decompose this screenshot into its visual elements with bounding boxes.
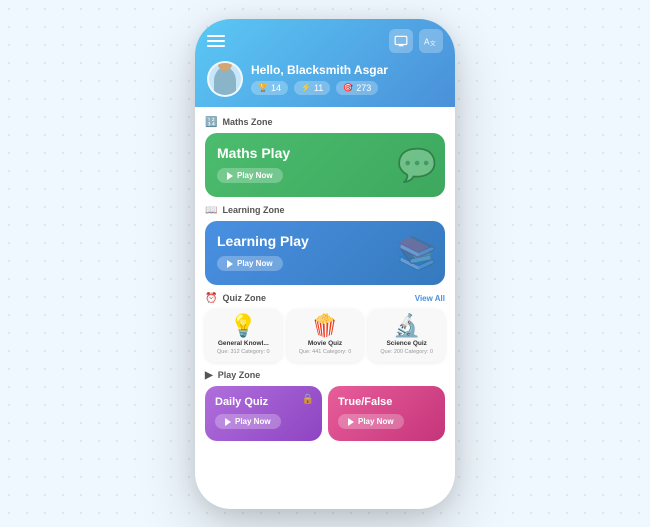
learning-zone-label: 📖 Learning Zone [205, 205, 445, 216]
maths-play-card[interactable]: Maths Play Play Now 💬 [205, 133, 445, 197]
stats-row: 🏆 14 ⚡ 11 🎯 273 [251, 81, 388, 95]
quiz-zone-icon: ⏰ [205, 293, 217, 304]
movie-quiz-name: Movie Quiz [308, 340, 342, 347]
movie-quiz-icon: 🍿 [311, 315, 338, 337]
stat-badge-bolt: ⚡ 11 [294, 81, 330, 95]
quiz-item-general[interactable]: 💡 General Knowl... Que: 312 Category: 0 [205, 309, 282, 362]
play-triangle-icon [227, 172, 233, 180]
quiz-zone-label: ⏰ Quiz Zone [205, 293, 266, 304]
quiz-zone-header: ⏰ Quiz Zone View All [205, 293, 445, 304]
menu-button[interactable] [207, 35, 225, 47]
learning-card-decoration: 📚 [397, 234, 437, 272]
quiz-items-list: 💡 General Knowl... Que: 312 Category: 0 … [205, 309, 445, 362]
maths-card-decoration: 💬 [397, 146, 437, 184]
play-triangle-icon-2 [227, 260, 233, 268]
daily-quiz-card[interactable]: Daily Quiz 🔒 Play Now [205, 386, 322, 441]
science-quiz-meta: Que: 200 Category: 0 [380, 349, 433, 356]
quiz-item-movie[interactable]: 🍿 Movie Quiz Que: 441 Category: 0 [287, 309, 364, 362]
main-content: 🔢 Maths Zone Maths Play Play Now 💬 📖 Lea… [195, 107, 455, 509]
play-zone-icon: ▶ [205, 370, 213, 381]
app-header: A文 Hello, Blacksmith Asgar 🏆 14 ⚡ [195, 19, 455, 107]
stat-value-2: 11 [314, 83, 323, 93]
daily-quiz-title: Daily Quiz [215, 396, 312, 408]
maths-play-button[interactable]: Play Now [217, 168, 283, 183]
play-triangle-icon-3 [225, 418, 231, 426]
true-false-play-button[interactable]: Play Now [338, 414, 404, 429]
general-quiz-icon: 💡 [230, 315, 257, 337]
svg-text:A: A [424, 37, 430, 46]
stat-value-1: 14 [271, 83, 281, 93]
phone-frame: A文 Hello, Blacksmith Asgar 🏆 14 ⚡ [195, 19, 455, 509]
quiz-item-science[interactable]: 🔬 Science Quiz Que: 200 Category: 0 [368, 309, 445, 362]
view-all-button[interactable]: View All [415, 294, 445, 303]
movie-quiz-meta: Que: 441 Category: 0 [299, 349, 352, 356]
stat-badge-trophy: 🏆 14 [251, 81, 288, 95]
target-icon: 🎯 [343, 83, 353, 92]
play-triangle-icon-4 [348, 418, 354, 426]
play-zone-cards: Daily Quiz 🔒 Play Now True/False Play No… [205, 386, 445, 441]
screen-icon-button[interactable] [389, 29, 413, 53]
science-quiz-icon: 🔬 [393, 315, 420, 337]
lock-icon: 🔒 [302, 394, 314, 405]
stat-value-3: 273 [356, 83, 371, 93]
learning-play-card[interactable]: Learning Play Play Now 📚 [205, 221, 445, 285]
true-false-card[interactable]: True/False Play Now [328, 386, 445, 441]
avatar [207, 61, 243, 97]
science-quiz-name: Science Quiz [386, 340, 426, 347]
trophy-icon: 🏆 [258, 83, 268, 92]
play-zone-label: ▶ Play Zone [205, 370, 445, 381]
maths-zone-icon: 🔢 [205, 117, 217, 128]
learning-play-button[interactable]: Play Now [217, 256, 283, 271]
greeting-text: Hello, Blacksmith Asgar [251, 63, 388, 77]
daily-quiz-play-button[interactable]: Play Now [215, 414, 281, 429]
stat-badge-target: 🎯 273 [336, 81, 378, 95]
bolt-icon: ⚡ [301, 83, 311, 92]
svg-text:文: 文 [430, 39, 436, 47]
translate-icon-button[interactable]: A文 [419, 29, 443, 53]
general-quiz-name: General Knowl... [218, 340, 269, 347]
true-false-title: True/False [338, 396, 435, 408]
general-quiz-meta: Que: 312 Category: 0 [217, 349, 270, 356]
learning-zone-icon: 📖 [205, 205, 217, 216]
maths-zone-label: 🔢 Maths Zone [205, 117, 445, 128]
